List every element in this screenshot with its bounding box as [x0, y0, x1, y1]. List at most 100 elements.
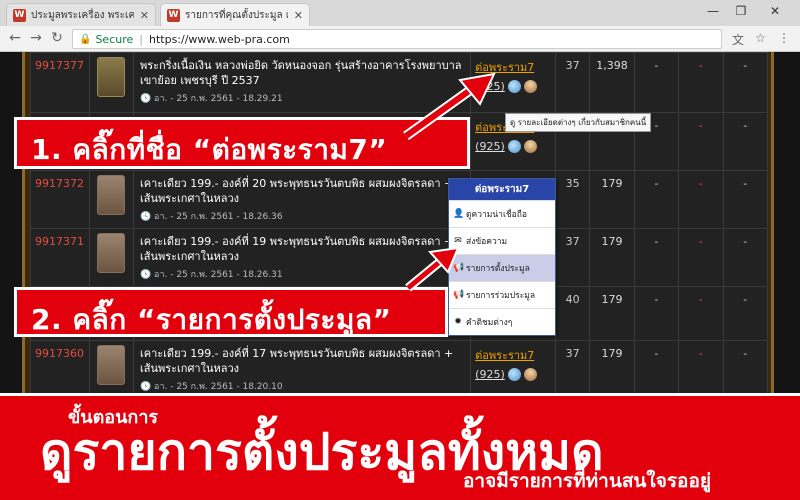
- item-title[interactable]: เคาะเดียว 199.- องค์ที่ 20 พระพุทธนรวันต…: [140, 176, 464, 206]
- lock-icon: 🔒: [79, 33, 92, 45]
- close-icon[interactable]: ✕: [140, 9, 149, 22]
- item-id[interactable]: 9917371: [30, 228, 90, 287]
- step1-arrow-icon: [403, 72, 496, 141]
- site-favicon-icon: W: [167, 8, 180, 22]
- forward-arrow-icon[interactable]: →: [27, 30, 45, 46]
- col-b: -: [678, 286, 724, 341]
- table-row: 9917371 เคาะเดียว 199.- องค์ที่ 19 พระพุท…: [30, 228, 769, 287]
- secure-label: Secure: [95, 32, 134, 46]
- seller-popup-menu: ต่อพระราม7 👤 ดูความน่าเชื่อถือ ✉ ส่งข้อความ…: [448, 178, 556, 336]
- user-icon: [523, 80, 537, 93]
- col-a: -: [633, 340, 680, 399]
- seller-score[interactable]: (925): [475, 368, 505, 381]
- translate-icon[interactable]: 文: [732, 31, 744, 48]
- thumb-cell: [88, 340, 134, 399]
- popup-item[interactable]: 📢 รายการตั้งประมูล: [449, 254, 555, 281]
- seller-name-link[interactable]: ต่อพระราม7: [475, 349, 534, 362]
- popup-item[interactable]: 📢 รายการร่วมประมูล: [449, 281, 555, 308]
- bottom-subtitle: อาจมีรายการที่ท่านสนใจรออยู่: [463, 470, 711, 492]
- view-count: 1,398: [589, 52, 635, 113]
- user-icon: [523, 368, 537, 381]
- popup-title: ต่อพระราม7: [449, 179, 555, 200]
- col-a: -: [633, 170, 680, 229]
- popup-item-label: ดูความน่าเชื่อถือ: [466, 210, 527, 220]
- amulet-thumbnail[interactable]: [97, 175, 126, 215]
- gear-icon: ✹: [454, 317, 462, 327]
- popup-item-label: รายการตั้งประมูล: [466, 264, 530, 274]
- step1-text: 1. คลิ๊กที่ชื่อ “ต่อพระราม7”: [31, 133, 388, 166]
- bid-count: 37: [554, 228, 591, 287]
- bid-count: 40: [554, 286, 591, 341]
- col-a: -: [633, 286, 680, 341]
- bid-count: 37: [554, 52, 591, 113]
- col-c: -: [722, 340, 769, 399]
- title-cell: เคาะเดียว 199.- องค์ที่ 17 พระพุทธนรวันต…: [132, 340, 472, 399]
- reload-icon[interactable]: ↻: [48, 30, 66, 46]
- tab-title: รายการที่คุณตั้งประมูล แต่ยังไ: [185, 9, 288, 21]
- view-count: 179: [589, 228, 635, 287]
- amulet-thumbnail[interactable]: [97, 233, 126, 273]
- browser-toolbar: ← → ↻ 🔒 Secure | https://www.web-pra.com…: [0, 26, 800, 52]
- bid-count: 35: [554, 170, 591, 229]
- amulet-thumbnail[interactable]: [97, 57, 126, 97]
- popup-item-label: คำติชมต่างๆ: [466, 318, 513, 328]
- thumb-cell: [88, 228, 134, 287]
- seller-cell: ต่อพระราม7 (925): [470, 340, 556, 399]
- globe-icon: [507, 80, 521, 93]
- step2-text: 2. คลิ๊ก “รายการตั้งประมูล”: [31, 303, 392, 336]
- browser-tab-bar: W ประมูลพระเครื่อง พระเครื่อง พ ✕ W รายก…: [0, 0, 800, 26]
- col-b: -: [678, 170, 724, 229]
- view-count: 179: [589, 170, 635, 229]
- col-c: -: [722, 228, 769, 287]
- item-date: 🕓 อา. - 25 ก.พ. 2561 - 18.20.10: [139, 382, 283, 392]
- site-favicon-icon: W: [13, 8, 26, 22]
- popup-item-label: รายการร่วมประมูล: [466, 291, 536, 301]
- thumb-cell: [88, 52, 134, 113]
- clock-icon: 🕓: [139, 382, 155, 392]
- col-c: -: [722, 170, 769, 229]
- step2-arrow-icon: [405, 246, 460, 292]
- popup-item[interactable]: 👤 ดูความน่าเชื่อถือ: [449, 200, 555, 227]
- user-icon: [523, 140, 537, 153]
- amulet-thumbnail[interactable]: [97, 345, 126, 385]
- thumb-cell: [88, 170, 134, 229]
- title-cell: เคาะเดียว 199.- องค์ที่ 20 พระพุทธนรวันต…: [132, 170, 472, 229]
- col-c: -: [722, 52, 769, 113]
- col-a: -: [633, 228, 680, 287]
- col-c: -: [722, 286, 769, 341]
- window-close-icon[interactable]: ✕: [764, 4, 786, 18]
- col-b: -: [678, 52, 724, 113]
- url-separator: |: [139, 32, 143, 46]
- item-id[interactable]: 9917377: [30, 52, 90, 113]
- col-b: -: [678, 112, 724, 171]
- table-row: 9917360 เคาะเดียว 199.- องค์ที่ 17 พระพุท…: [30, 340, 769, 399]
- screenshot-root: W ประมูลพระเครื่อง พระเครื่อง พ ✕ W รายก…: [0, 0, 800, 500]
- globe-icon: [507, 140, 521, 153]
- clock-icon: 🕓: [139, 94, 155, 104]
- address-bar[interactable]: 🔒 Secure | https://www.web-pra.com: [72, 29, 722, 49]
- tab-title: ประมูลพระเครื่อง พระเครื่อง พ: [31, 9, 134, 21]
- popup-item[interactable]: ✉ ส่งข้อความ: [449, 227, 555, 254]
- close-icon[interactable]: ✕: [294, 9, 303, 22]
- item-id[interactable]: 9917372: [30, 170, 90, 229]
- browser-tab-1[interactable]: W ประมูลพระเครื่อง พระเครื่อง พ ✕: [6, 3, 156, 26]
- item-id[interactable]: 9917360: [30, 340, 90, 399]
- back-arrow-icon[interactable]: ←: [6, 30, 24, 46]
- popup-item[interactable]: ✹ คำติชมต่างๆ: [449, 308, 555, 335]
- col-a: -: [633, 52, 680, 113]
- minimize-icon[interactable]: —: [702, 4, 724, 18]
- seller-tooltip: ดู รายละเอียดต่างๆ เกี่ยวกับสมาชิกคนนี้: [505, 113, 652, 132]
- browser-tab-2[interactable]: W รายการที่คุณตั้งประมูล แต่ยังไ ✕: [160, 3, 310, 26]
- menu-icon[interactable]: ⋮: [778, 31, 790, 45]
- step2-banner: 2. คลิ๊ก “รายการตั้งประมูล”: [14, 287, 448, 337]
- item-title[interactable]: เคาะเดียว 199.- องค์ที่ 17 พระพุทธนรวันต…: [140, 346, 464, 376]
- col-b: -: [678, 340, 724, 399]
- star-icon[interactable]: ☆: [755, 31, 766, 45]
- col-c: -: [722, 112, 769, 171]
- url-text: https://www.web-pra.com: [149, 32, 290, 46]
- restore-icon[interactable]: ❐: [730, 4, 752, 18]
- view-count: 179: [589, 286, 635, 341]
- view-count: 179: [589, 340, 635, 399]
- clock-icon: 🕓: [139, 270, 155, 280]
- popup-item-label: ส่งข้อความ: [466, 237, 508, 247]
